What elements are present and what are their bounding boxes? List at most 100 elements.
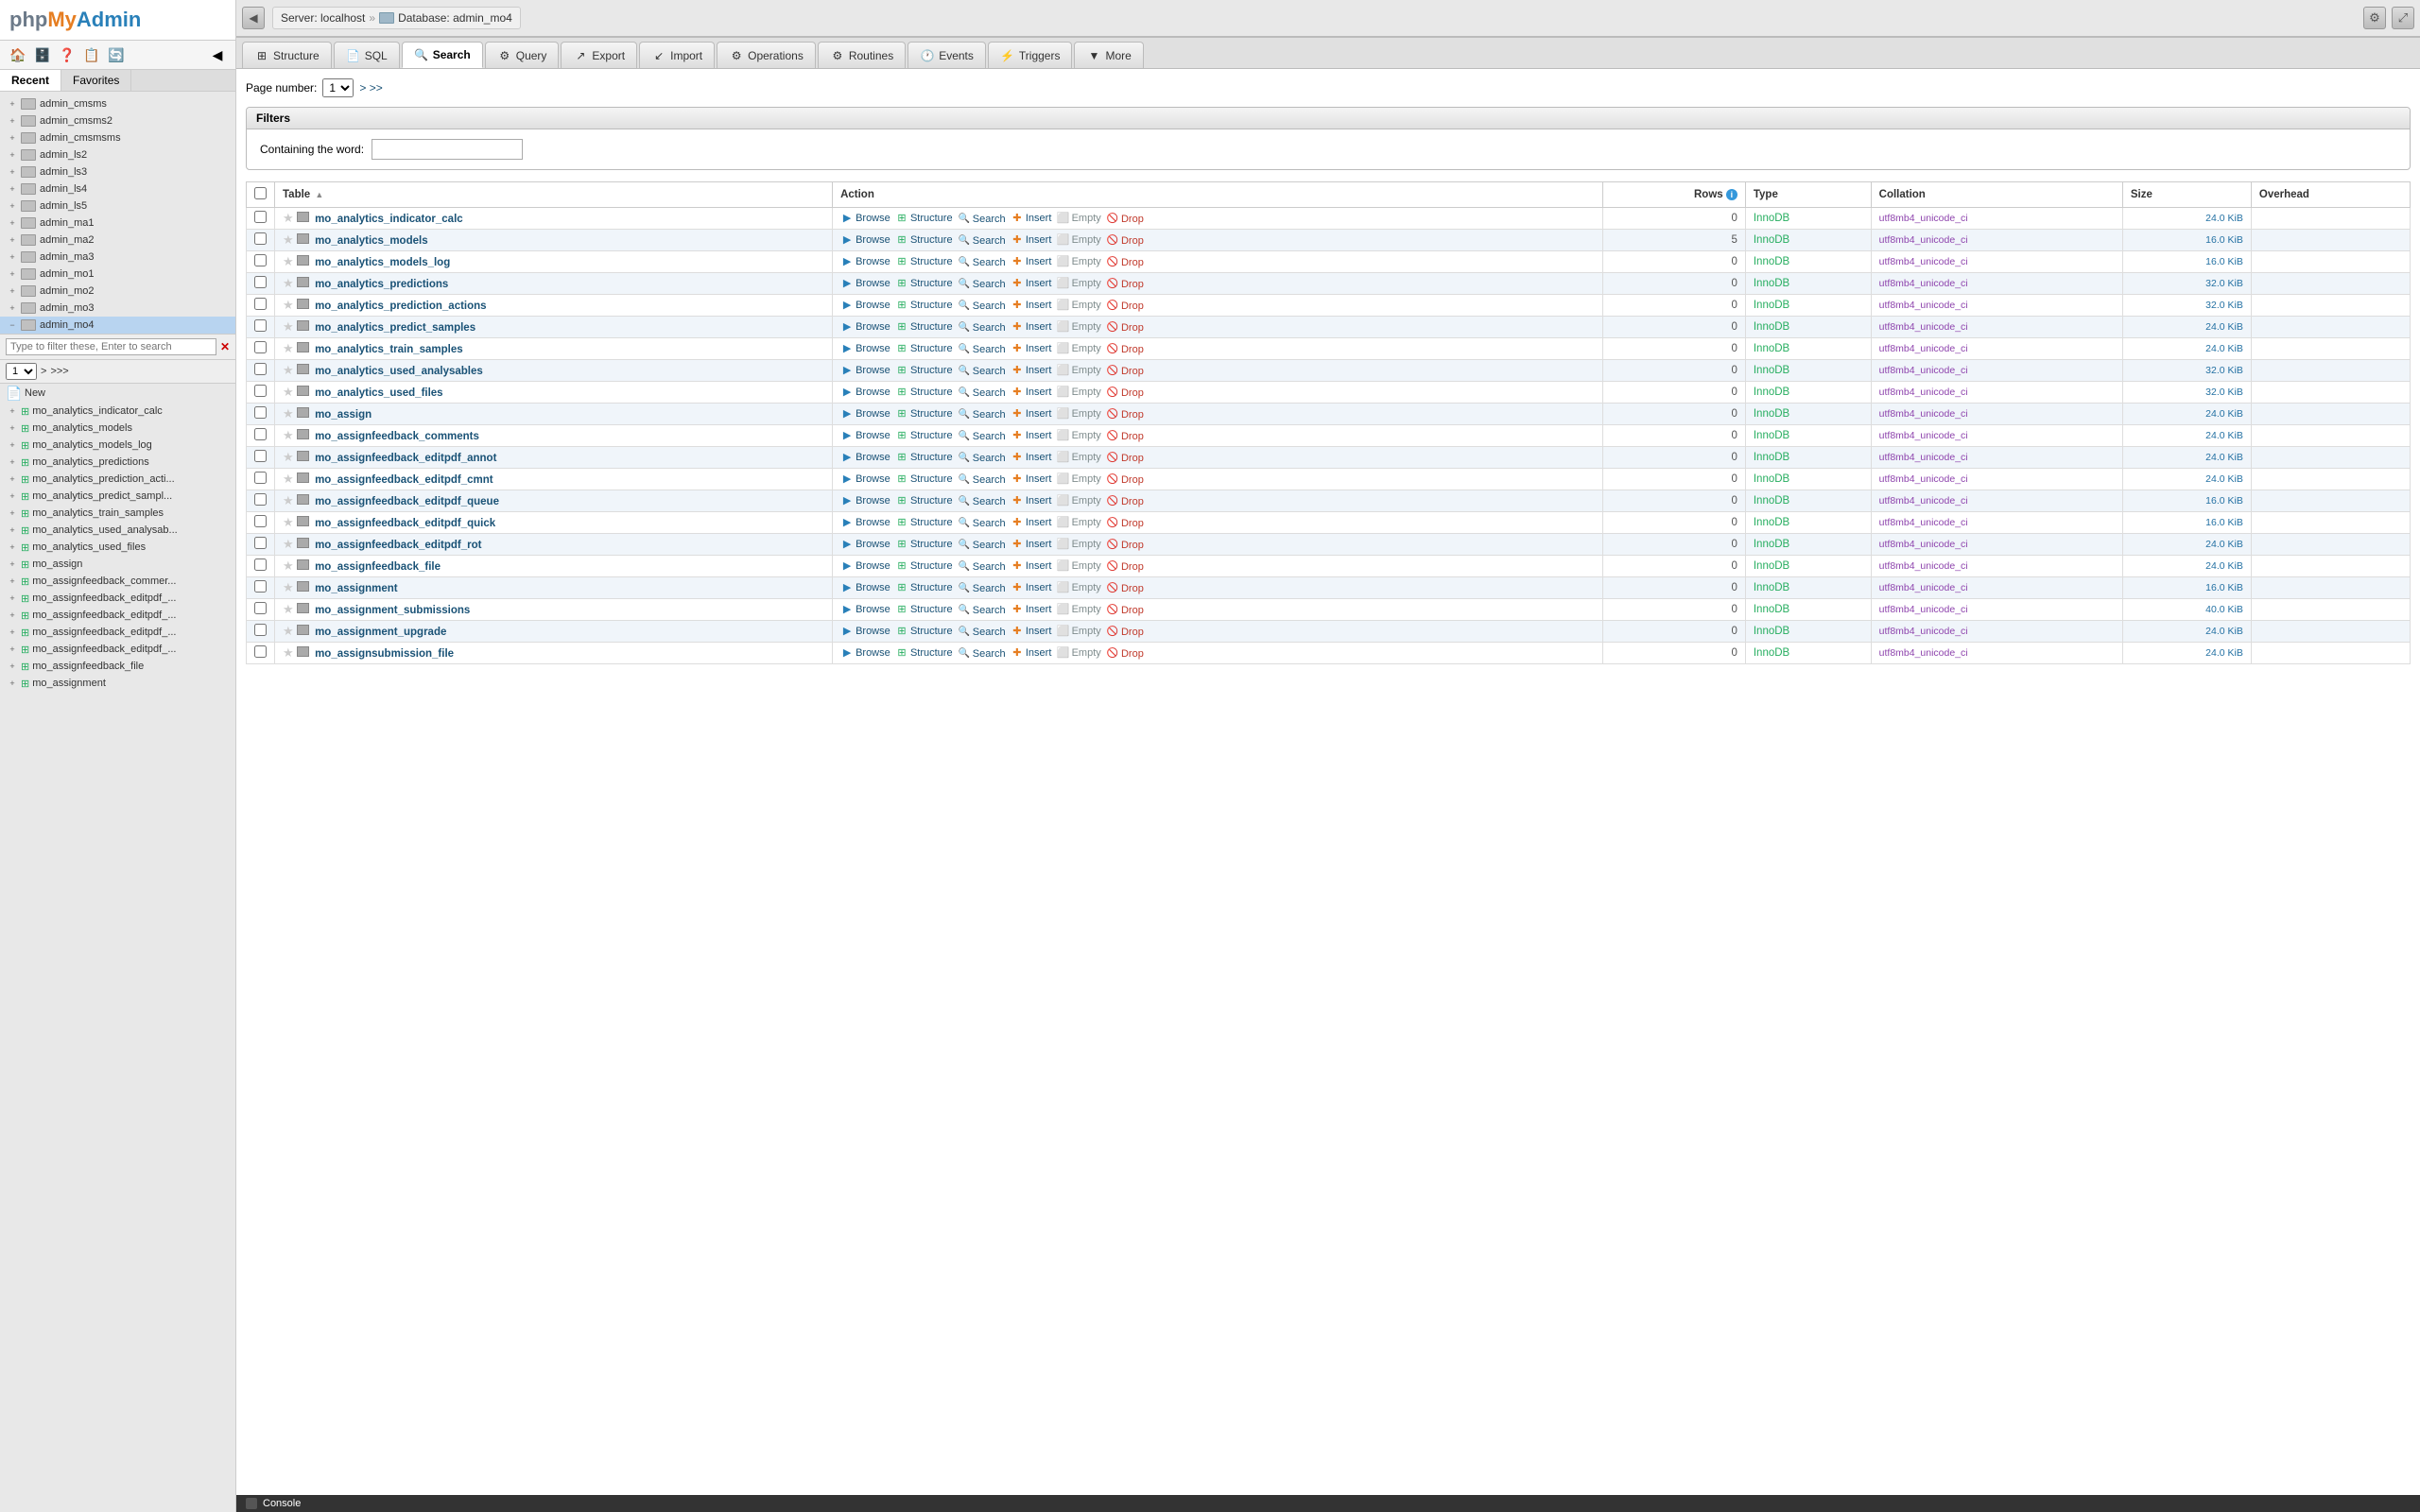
page-number-select[interactable]: 1: [322, 78, 354, 97]
structure-link[interactable]: Structure: [895, 451, 953, 464]
favorite-star-icon[interactable]: ★: [283, 232, 294, 247]
structure-link[interactable]: Structure: [895, 320, 953, 334]
sidebar-item-admin_mo3[interactable]: + admin_mo3: [0, 300, 235, 317]
nav-icon[interactable]: ◀: [207, 44, 228, 65]
insert-link[interactable]: Insert: [1011, 255, 1052, 268]
empty-link[interactable]: Empty: [1057, 538, 1101, 551]
search-link[interactable]: Search: [958, 626, 1006, 639]
drop-link[interactable]: Drop: [1106, 626, 1144, 639]
next-btn[interactable]: >: [41, 366, 46, 377]
browse-link[interactable]: Browse: [840, 386, 890, 399]
row-checkbox[interactable]: [254, 624, 267, 636]
browse-link[interactable]: Browse: [840, 320, 890, 334]
row-checkbox[interactable]: [254, 428, 267, 440]
drop-link[interactable]: Drop: [1106, 517, 1144, 530]
table-name-link[interactable]: mo_analytics_models: [315, 235, 428, 247]
browse-link[interactable]: Browse: [840, 494, 890, 507]
favorite-star-icon[interactable]: ★: [283, 450, 294, 464]
browse-link[interactable]: Browse: [840, 516, 890, 529]
insert-link[interactable]: Insert: [1011, 212, 1052, 225]
table-name-link[interactable]: mo_analytics_indicator_calc: [315, 214, 463, 225]
empty-link[interactable]: Empty: [1057, 429, 1101, 442]
drop-link[interactable]: Drop: [1106, 495, 1144, 508]
last-btn[interactable]: >>>: [50, 366, 68, 377]
insert-link[interactable]: Insert: [1011, 407, 1052, 421]
insert-link[interactable]: Insert: [1011, 516, 1052, 529]
tab-sql[interactable]: 📄 SQL: [334, 42, 400, 68]
drop-link[interactable]: Drop: [1106, 473, 1144, 487]
favorite-star-icon[interactable]: ★: [283, 624, 294, 638]
row-checkbox[interactable]: [254, 493, 267, 506]
sidebar-table-mo_analytics_used_analysables[interactable]: + ⊞ mo_analytics_used_analysab...: [0, 522, 235, 539]
favorite-star-icon[interactable]: ★: [283, 341, 294, 355]
browse-link[interactable]: Browse: [840, 625, 890, 638]
browse-link[interactable]: Browse: [840, 538, 890, 551]
row-checkbox[interactable]: [254, 276, 267, 288]
drop-link[interactable]: Drop: [1106, 539, 1144, 552]
structure-link[interactable]: Structure: [895, 255, 953, 268]
row-checkbox[interactable]: [254, 298, 267, 310]
browse-link[interactable]: Browse: [840, 212, 890, 225]
favorite-star-icon[interactable]: ★: [283, 428, 294, 442]
empty-link[interactable]: Empty: [1057, 320, 1101, 334]
drop-link[interactable]: Drop: [1106, 365, 1144, 378]
row-checkbox[interactable]: [254, 645, 267, 658]
structure-link[interactable]: Structure: [895, 625, 953, 638]
insert-link[interactable]: Insert: [1011, 277, 1052, 290]
sidebar-table-mo_assignfeedback_editpdf3[interactable]: + ⊞ mo_assignfeedback_editpdf_...: [0, 624, 235, 641]
row-checkbox[interactable]: [254, 211, 267, 223]
browse-link[interactable]: Browse: [840, 299, 890, 312]
insert-link[interactable]: Insert: [1011, 451, 1052, 464]
row-checkbox[interactable]: [254, 254, 267, 266]
structure-link[interactable]: Structure: [895, 429, 953, 442]
settings-button[interactable]: ⚙: [2363, 7, 2386, 29]
structure-link[interactable]: Structure: [895, 472, 953, 486]
search-link[interactable]: Search: [958, 408, 1006, 421]
browse-link[interactable]: Browse: [840, 559, 890, 573]
browse-link[interactable]: Browse: [840, 472, 890, 486]
table-name-link[interactable]: mo_assignfeedback_editpdf_rot: [315, 540, 481, 551]
favorite-star-icon[interactable]: ★: [283, 363, 294, 377]
favorite-star-icon[interactable]: ★: [283, 406, 294, 421]
recent-tab[interactable]: Recent: [0, 70, 61, 91]
row-checkbox[interactable]: [254, 558, 267, 571]
sidebar-item-admin_cmsms2[interactable]: + admin_cmsms2: [0, 112, 235, 129]
row-checkbox[interactable]: [254, 472, 267, 484]
table-name-link[interactable]: mo_assignfeedback_editpdf_queue: [315, 496, 499, 507]
back-button[interactable]: ◀: [242, 7, 265, 29]
sidebar-table-mo_assignfeedback_comments[interactable]: + ⊞ mo_assignfeedback_commer...: [0, 573, 235, 590]
row-checkbox[interactable]: [254, 363, 267, 375]
favorite-star-icon[interactable]: ★: [283, 298, 294, 312]
empty-link[interactable]: Empty: [1057, 212, 1101, 225]
row-checkbox[interactable]: [254, 580, 267, 593]
empty-link[interactable]: Empty: [1057, 581, 1101, 594]
table-name-link[interactable]: mo_analytics_prediction_actions: [315, 301, 487, 312]
structure-link[interactable]: Structure: [895, 407, 953, 421]
new-table-item[interactable]: 📄 New: [0, 384, 235, 403]
structure-link[interactable]: Structure: [895, 494, 953, 507]
sidebar-item-admin_ma1[interactable]: + admin_ma1: [0, 215, 235, 232]
sidebar-table-mo_analytics_indicator_calc[interactable]: + ⊞ mo_analytics_indicator_calc: [0, 403, 235, 420]
structure-link[interactable]: Structure: [895, 559, 953, 573]
structure-link[interactable]: Structure: [895, 603, 953, 616]
row-checkbox[interactable]: [254, 602, 267, 614]
tab-export[interactable]: ↗ Export: [561, 42, 637, 68]
empty-link[interactable]: Empty: [1057, 646, 1101, 660]
empty-link[interactable]: Empty: [1057, 407, 1101, 421]
search-link[interactable]: Search: [958, 647, 1006, 661]
favorite-star-icon[interactable]: ★: [283, 385, 294, 399]
browse-link[interactable]: Browse: [840, 233, 890, 247]
table-name-link[interactable]: mo_assignment: [315, 583, 398, 594]
favorite-star-icon[interactable]: ★: [283, 602, 294, 616]
browse-link[interactable]: Browse: [840, 451, 890, 464]
sidebar-item-admin_mo4[interactable]: − admin_mo4: [0, 317, 235, 334]
drop-link[interactable]: Drop: [1106, 278, 1144, 291]
table-name-link[interactable]: mo_analytics_used_analysables: [315, 366, 483, 377]
sidebar-table-mo_analytics_train_samples[interactable]: + ⊞ mo_analytics_train_samples: [0, 505, 235, 522]
favorite-star-icon[interactable]: ★: [283, 493, 294, 507]
empty-link[interactable]: Empty: [1057, 559, 1101, 573]
browse-link[interactable]: Browse: [840, 407, 890, 421]
structure-link[interactable]: Structure: [895, 646, 953, 660]
browse-link[interactable]: Browse: [840, 581, 890, 594]
tab-query[interactable]: ⚙ Query: [485, 42, 560, 68]
